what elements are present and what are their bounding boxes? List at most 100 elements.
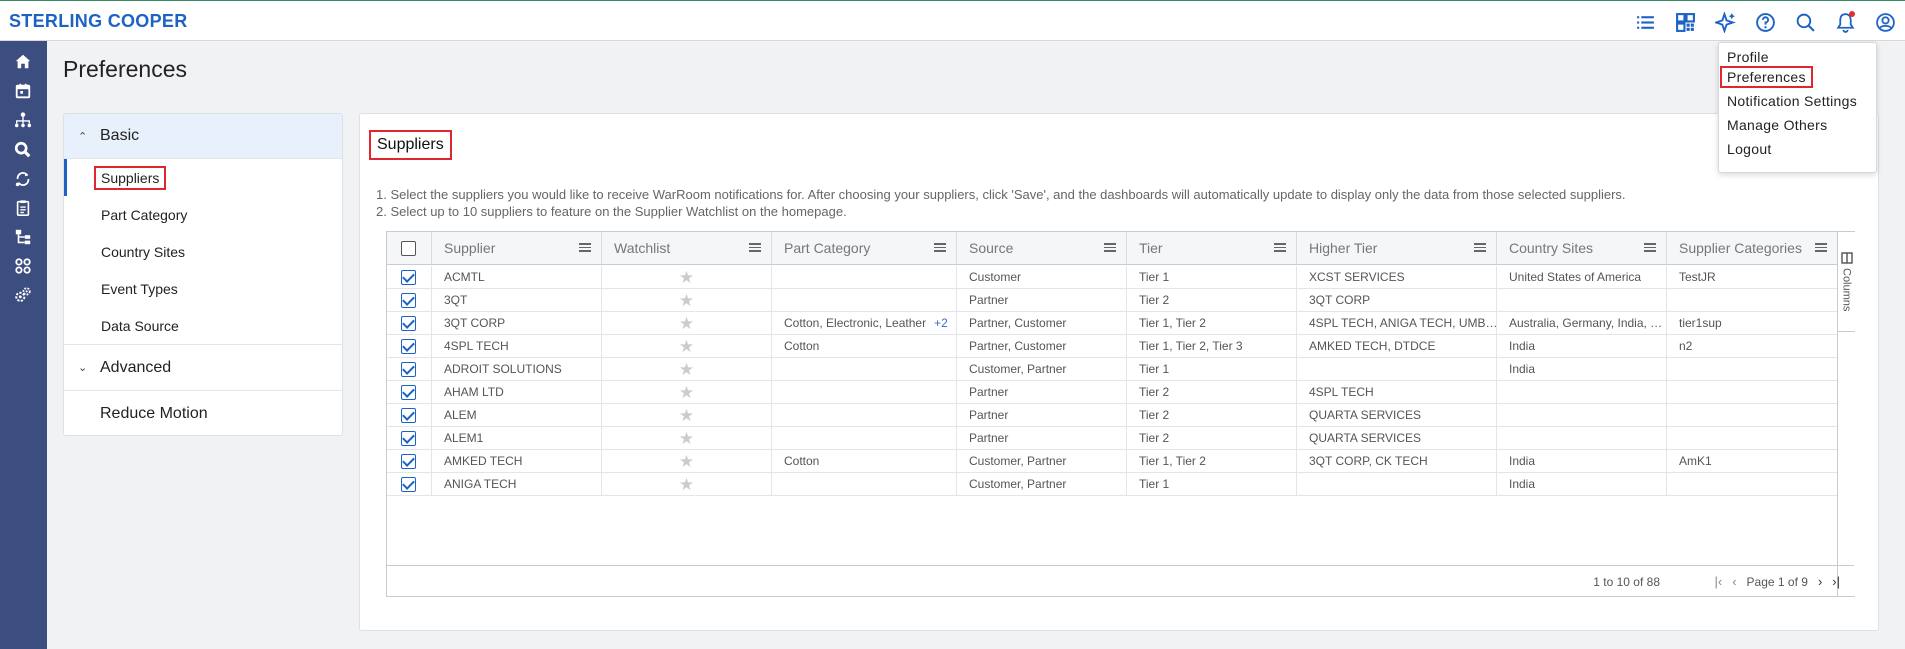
menu-item-manage-others[interactable]: Manage Others [1727, 117, 1827, 133]
menu-item-logout[interactable]: Logout [1727, 141, 1772, 157]
cell-tier: Tier 2 [1127, 404, 1297, 426]
menu-item-profile[interactable]: Profile [1727, 49, 1769, 65]
gear-group-icon[interactable] [12, 284, 34, 306]
star-icon[interactable]: ★ [679, 338, 694, 355]
row-checkbox[interactable] [401, 384, 416, 400]
cell-text: ANIGA TECH [444, 477, 517, 491]
next-page-icon[interactable]: › [1818, 574, 1822, 589]
nav-item-country-sites[interactable]: Country Sites [64, 233, 342, 270]
apps-icon[interactable] [12, 255, 34, 277]
column-menu-icon[interactable] [1474, 241, 1486, 255]
cell-supplier: 4SPL TECH [432, 335, 602, 357]
user-icon[interactable] [1865, 9, 1905, 35]
advanced-section-toggle[interactable]: ⌄ Advanced [64, 344, 342, 390]
cell-part: Cotton [772, 450, 957, 472]
cell-part [772, 473, 957, 495]
brand-logo[interactable]: STERLING COOPER [9, 11, 188, 32]
column-menu-icon[interactable] [934, 241, 946, 255]
nav-item-data-source[interactable]: Data Source [64, 307, 342, 344]
col-supplier[interactable]: Supplier [432, 232, 602, 264]
nav-item-event-types[interactable]: Event Types [64, 270, 342, 307]
row-checkbox[interactable] [401, 292, 416, 308]
cell-source: Customer, Partner [957, 358, 1127, 380]
search-icon[interactable] [1785, 9, 1825, 35]
cycle-icon[interactable] [12, 168, 34, 190]
columns-tab[interactable]: Columns [1838, 252, 1855, 332]
nav-item-part-category[interactable]: Part Category [64, 196, 342, 233]
calendar-icon[interactable] [12, 80, 34, 102]
star-icon[interactable]: ★ [679, 407, 694, 424]
table-row[interactable]: 4SPL TECH ★ Cotton Partner, Customer Tier 1,… [387, 335, 1837, 358]
reduce-motion-item[interactable]: Reduce Motion [64, 390, 342, 436]
instruction-2: 2. Select up to 10 suppliers to feature … [376, 204, 847, 219]
cell-part [772, 266, 957, 288]
cell-tier: Tier 1 [1127, 358, 1297, 380]
row-checkbox[interactable] [401, 338, 416, 354]
menu-item-preferences[interactable]: Preferences [1720, 66, 1813, 88]
table-row[interactable]: ALEM ★ Partner Tier 2 QUARTA SERVICES [387, 404, 1837, 427]
row-checkbox[interactable] [401, 269, 416, 285]
dashboard-icon[interactable] [1665, 9, 1705, 35]
star-icon[interactable]: ★ [679, 361, 694, 378]
row-checkbox[interactable] [401, 476, 416, 492]
star-icon[interactable]: ★ [679, 430, 694, 447]
clipboard-icon[interactable] [12, 197, 34, 219]
star-icon[interactable]: ★ [679, 453, 694, 470]
star-icon[interactable]: ★ [679, 476, 694, 493]
column-menu-icon[interactable] [1815, 241, 1827, 255]
table-row[interactable]: AHAM LTD ★ Partner Tier 2 4SPL TECH [387, 381, 1837, 404]
cell-text: Tier 2 [1139, 408, 1170, 422]
first-page-icon[interactable]: |‹ [1714, 574, 1722, 589]
column-menu-icon[interactable] [579, 241, 591, 255]
col-country-sites[interactable]: Country Sites [1497, 232, 1667, 264]
col-higher-tier[interactable]: Higher Tier [1297, 232, 1497, 264]
home-icon[interactable] [12, 51, 34, 73]
cell-text: Tier 2 [1139, 385, 1170, 399]
column-menu-icon[interactable] [1644, 241, 1656, 255]
table-row[interactable]: 3QT CORP ★ Cotton, Electronic, Leather +2 Pa… [387, 312, 1837, 335]
col-tier[interactable]: Tier [1127, 232, 1297, 264]
table-row[interactable]: ALEM1 ★ Partner Tier 2 QUARTA SERVICES [387, 427, 1837, 450]
star-icon[interactable]: ★ [679, 384, 694, 401]
table-row[interactable]: ADROIT SOLUTIONS ★ Customer, Partner Tier 1… [387, 358, 1837, 381]
star-icon[interactable]: ★ [679, 292, 694, 309]
bell-icon[interactable] [1825, 9, 1865, 35]
basic-section-toggle[interactable]: ⌃ Basic [64, 114, 342, 159]
nav-item-suppliers[interactable]: Suppliers [64, 159, 342, 196]
table-row[interactable]: 3QT ★ Partner Tier 2 3QT CORP [387, 289, 1837, 312]
col-watchlist[interactable]: Watchlist [602, 232, 772, 264]
select-all-checkbox[interactable] [401, 240, 416, 256]
cell-categories: TestJR [1667, 266, 1837, 288]
network-icon[interactable] [12, 109, 34, 131]
row-checkbox[interactable] [401, 430, 416, 446]
help-icon[interactable] [1745, 9, 1785, 35]
cell-supplier: AHAM LTD [432, 381, 602, 403]
search-zoom-icon[interactable] [12, 139, 34, 161]
table-row[interactable]: ANIGA TECH ★ Customer, Partner Tier 1 India [387, 473, 1837, 496]
cell-tier: Tier 1, Tier 2 [1127, 312, 1297, 334]
list-icon[interactable] [1625, 9, 1665, 35]
star-icon[interactable]: ★ [679, 315, 694, 332]
row-checkbox[interactable] [401, 361, 416, 377]
column-menu-icon[interactable] [1104, 241, 1116, 255]
cell-part [772, 358, 957, 380]
star-icon[interactable]: ★ [679, 269, 694, 286]
more-categories-badge[interactable]: +2 [934, 316, 948, 330]
last-page-icon[interactable]: ›| [1832, 574, 1840, 589]
cell-country: India [1497, 335, 1667, 357]
col-source[interactable]: Source [957, 232, 1127, 264]
table-row[interactable]: ACMTL ★ Customer Tier 1 XCST SERVICES United … [387, 266, 1837, 289]
prev-page-icon[interactable]: ‹ [1732, 574, 1736, 589]
hierarchy-icon[interactable] [12, 226, 34, 248]
row-checkbox[interactable] [401, 453, 416, 469]
cell-country: United States of America [1497, 266, 1667, 288]
menu-item-notification-settings[interactable]: Notification Settings [1727, 93, 1857, 109]
col-supplier-categories[interactable]: Supplier Categories [1667, 232, 1837, 264]
column-menu-icon[interactable] [749, 241, 761, 255]
col-part-category[interactable]: Part Category [772, 232, 957, 264]
column-menu-icon[interactable] [1274, 241, 1286, 255]
row-checkbox[interactable] [401, 407, 416, 423]
table-row[interactable]: AMKED TECH ★ Cotton Customer, Partner Tier 1… [387, 450, 1837, 473]
row-checkbox[interactable] [401, 315, 416, 331]
sparkle-icon[interactable] [1705, 9, 1745, 35]
